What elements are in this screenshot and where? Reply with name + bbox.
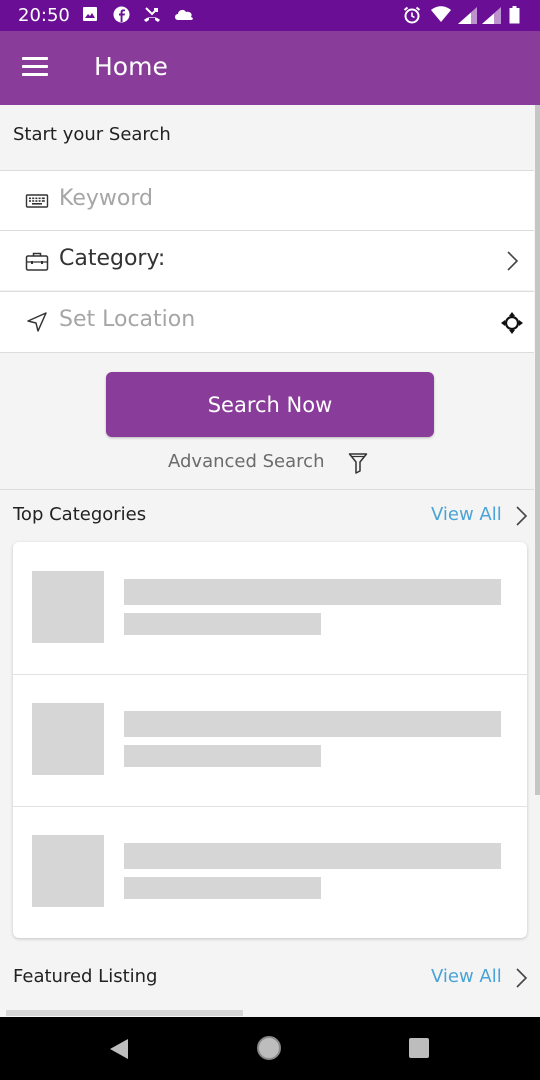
recent-apps-icon[interactable] [409,1038,429,1058]
scrollbar[interactable] [535,105,540,795]
home-icon[interactable] [257,1036,281,1060]
battery-icon [509,6,520,24]
chevron-right-icon[interactable] [514,967,528,989]
system-nav-bar [0,1017,540,1080]
wifi-icon [431,6,451,22]
facebook-icon [113,6,130,23]
hamburger-menu-icon[interactable] [22,55,50,81]
placeholder-line [124,745,321,767]
missed-call-icon [144,7,160,22]
locate-crosshair-icon[interactable] [500,311,524,335]
top-categories-card [13,542,527,938]
app-bar: Home [0,31,540,105]
status-bar: 20:50 [0,0,540,31]
placeholder-thumbnail [32,703,104,775]
placeholder-line [124,877,321,899]
top-categories-title: Top Categories [13,504,147,525]
category-placeholder-row[interactable] [13,806,527,938]
status-time: 20:50 [18,5,70,26]
alarm-icon [403,6,421,24]
featured-view-all-link[interactable]: View All [431,966,502,987]
search-now-button[interactable]: Search Now [106,372,434,437]
cloud-icon [175,9,193,20]
placeholder-thumbnail [32,571,104,643]
image-icon [83,7,97,21]
placeholder-line [124,711,501,737]
signal-icon [458,7,477,24]
featured-listing-title: Featured Listing [13,966,158,987]
placeholder-line [124,613,321,635]
keyword-input[interactable]: Keyword [0,170,534,230]
placeholder-line [124,843,501,869]
navigation-arrow-icon [27,312,47,332]
chevron-right-icon[interactable] [514,505,528,527]
category-label: Category: [59,246,166,271]
briefcase-icon [25,252,49,271]
category-placeholder-row[interactable] [13,674,527,807]
category-select[interactable]: Category: [0,230,534,290]
filter-funnel-icon[interactable] [348,452,368,474]
category-placeholder-row[interactable] [13,542,527,675]
chevron-right-icon [507,251,519,271]
signal-icon [482,7,501,24]
location-input[interactable]: Set Location [0,291,534,353]
placeholder-line [124,579,501,605]
featured-placeholder [6,1010,243,1016]
section-divider [0,489,534,490]
placeholder-thumbnail [32,835,104,907]
search-section-title: Start your Search [13,124,171,145]
back-icon[interactable] [108,1037,130,1061]
keyboard-icon [25,194,49,208]
location-placeholder: Set Location [59,307,196,332]
top-categories-view-all-link[interactable]: View All [431,504,502,525]
keyword-placeholder: Keyword [59,186,153,211]
advanced-search-link[interactable]: Advanced Search [168,451,324,472]
page-title: Home [94,52,168,81]
